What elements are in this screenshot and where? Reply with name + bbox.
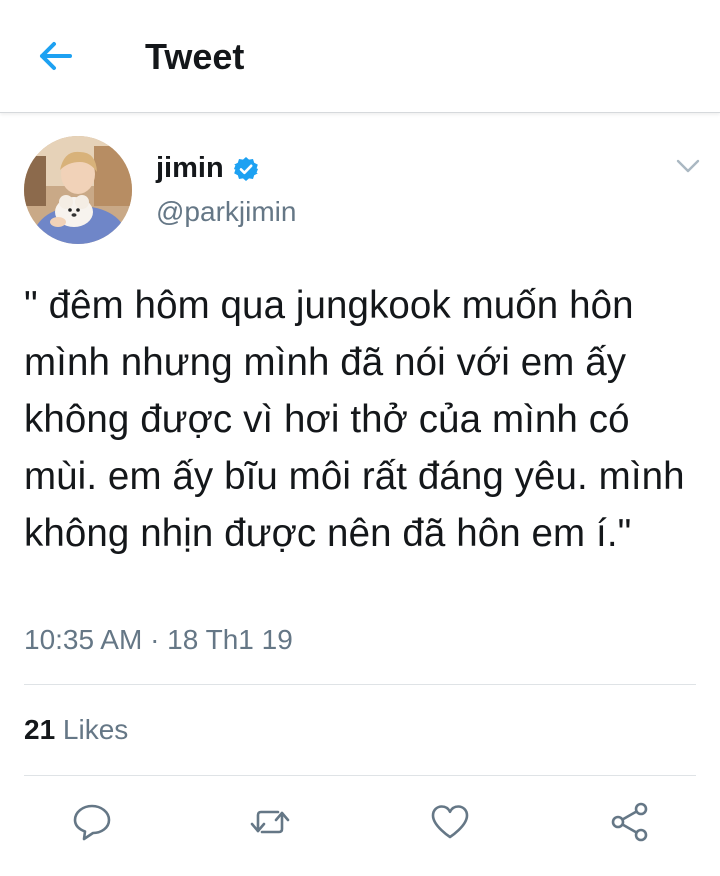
divider [24,775,696,776]
top-bar: Tweet [0,0,720,113]
back-button[interactable] [30,34,82,78]
avatar[interactable] [24,136,132,244]
page-title: Tweet [145,36,245,77]
share-button[interactable] [608,800,652,844]
arrow-left-icon [40,42,72,70]
chevron-down-icon [676,159,700,173]
heart-icon [431,805,469,839]
user-handle[interactable]: @parkjimin [156,196,296,228]
share-icon [611,802,648,842]
tweet-text: " đêm hôm qua jungkook muốn hôn mình như… [24,284,685,555]
reply-icon [73,804,111,841]
like-button[interactable] [428,800,472,844]
verified-badge-icon [234,157,258,181]
divider [24,684,696,685]
avatar-photo [24,136,132,244]
retweet-button[interactable] [248,800,292,844]
more-options-button[interactable] [672,152,704,180]
display-name[interactable]: jimin [156,152,224,185]
likes-label: Likes [55,714,129,745]
reply-button[interactable] [70,800,114,844]
likes-count[interactable]: 21 Likes [24,714,128,746]
retweet-icon [250,810,290,834]
tweet-timestamp: 10:35 AM · 18 Th1 19 [24,624,293,655]
likes-number: 21 [24,714,56,745]
